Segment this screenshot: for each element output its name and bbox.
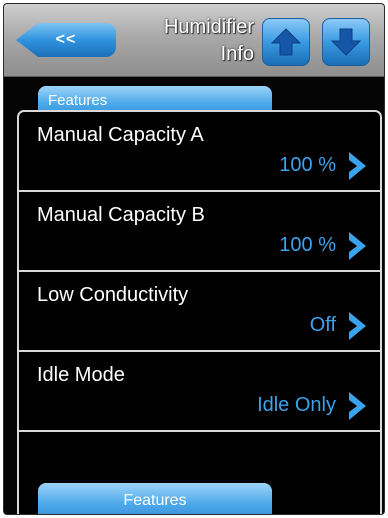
item-value: 100 % (279, 234, 336, 256)
chevron-right-icon (349, 152, 366, 180)
list-item-manual-capacity-b[interactable]: Manual Capacity B 100 % (19, 192, 380, 272)
list-item-manual-capacity-a[interactable]: Manual Capacity A 100 % (19, 112, 380, 192)
item-value: Off (309, 314, 336, 336)
page-title-line1: Humidifier (163, 16, 254, 38)
arrow-up-icon (270, 28, 302, 56)
chevron-right-icon (349, 312, 366, 340)
features-list: Manual Capacity A 100 % Manual Capacity … (17, 110, 382, 514)
item-value: 100 % (279, 154, 336, 176)
item-value: Idle Only (257, 394, 336, 416)
page-title-line2: Info (220, 43, 254, 65)
scroll-down-button[interactable] (322, 18, 370, 66)
item-label: Idle Mode (37, 364, 125, 386)
list-item-idle-mode[interactable]: Idle Mode Idle Only (19, 352, 380, 432)
list-item-low-conductivity[interactable]: Low Conductivity Off (19, 272, 380, 352)
item-label: Manual Capacity A (37, 124, 204, 146)
chevron-right-icon (349, 392, 366, 420)
tab-features-bottom[interactable]: Features (38, 483, 272, 514)
item-label: Low Conductivity (37, 284, 189, 306)
scroll-up-button[interactable] (262, 18, 310, 66)
page-title: Humidifier Info (122, 14, 254, 68)
header-bar: << Humidifier Info (4, 4, 384, 77)
chevron-right-icon (349, 232, 366, 260)
back-button-label: << (55, 31, 77, 48)
arrow-down-icon (330, 28, 362, 56)
back-button[interactable]: << (16, 23, 116, 57)
device-screen: << Humidifier Info Features Manual Capac… (3, 3, 385, 515)
item-label: Manual Capacity B (37, 204, 205, 226)
